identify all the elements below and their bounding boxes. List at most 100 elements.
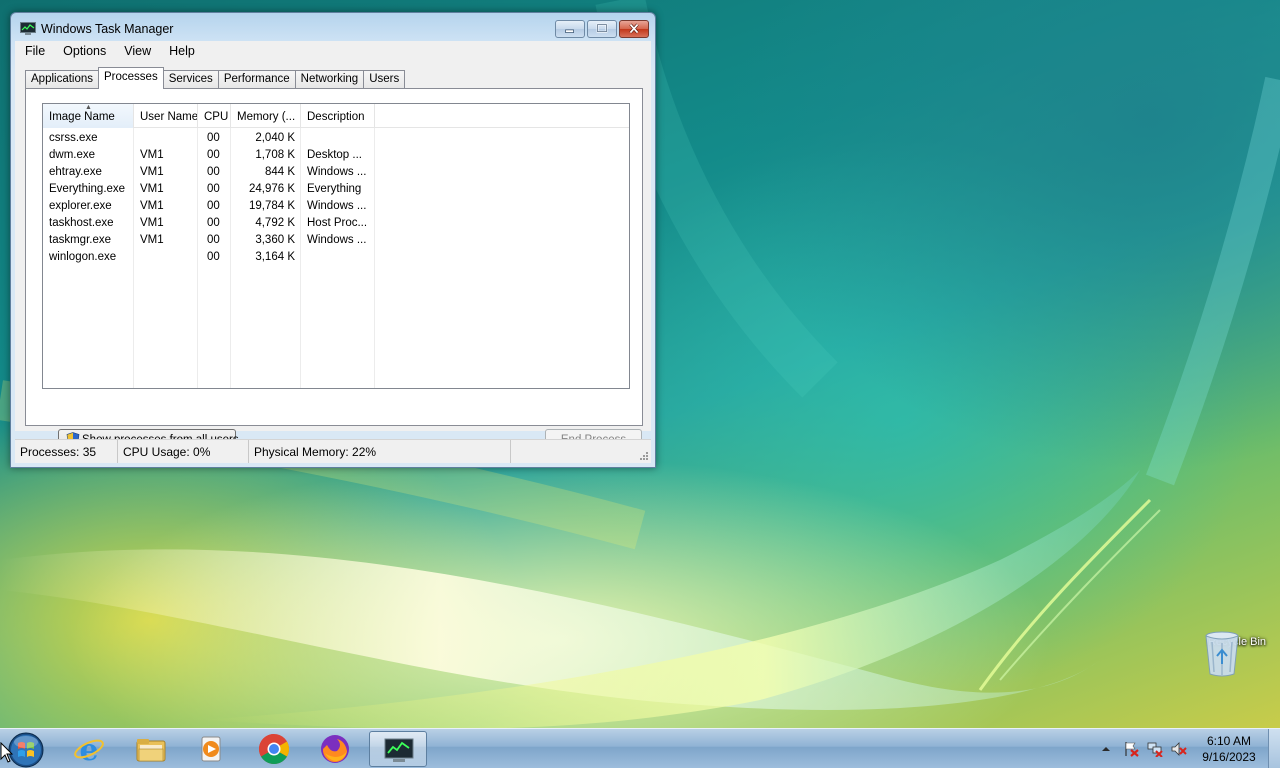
cell-description: Windows ... (307, 234, 367, 246)
cell-description (301, 130, 375, 147)
table-row[interactable]: taskmgr.exe VM1 00 3,360 K Windows ... (43, 232, 629, 249)
column-image-name[interactable]: ▲ Image Name (43, 104, 134, 128)
cell-user-name: VM1 (140, 234, 164, 246)
cell-image-name: ehtray.exe (49, 166, 102, 178)
column-description[interactable]: Description (301, 104, 375, 128)
task-manager-icon (20, 22, 36, 35)
menu-file[interactable]: File (15, 44, 53, 58)
menu-view[interactable]: View (114, 44, 159, 58)
taskbar-file-explorer[interactable] (122, 731, 180, 767)
firefox-icon (321, 735, 349, 763)
cell-cpu: 00 (207, 183, 220, 195)
maximize-icon (596, 23, 608, 33)
internet-explorer-icon: e (74, 733, 104, 765)
tab-strip: Applications Processes Services Performa… (25, 67, 406, 89)
cell-image-name: explorer.exe (49, 200, 112, 212)
close-icon (629, 23, 639, 34)
tab-services[interactable]: Services (162, 70, 219, 89)
menu-options[interactable]: Options (53, 44, 114, 58)
cell-description: Host Proc... (307, 217, 368, 229)
cell-cpu: 00 (207, 251, 220, 263)
process-rows: csrss.exe 00 2,040 K dwm.exe VM1 00 1,708 K Des… (43, 130, 629, 266)
network-icon[interactable] (1147, 741, 1163, 757)
cell-memory: 844 K (264, 166, 295, 178)
title-bar[interactable]: Windows Task Manager (11, 13, 655, 43)
table-row[interactable]: csrss.exe 00 2,040 K (43, 130, 629, 147)
clock-date: 9/16/2023 (1202, 750, 1256, 764)
taskbar-media-player[interactable] (183, 731, 241, 767)
tab-users[interactable]: Users (363, 70, 406, 89)
tab-processes[interactable]: Processes (98, 67, 164, 89)
cell-image-name: Everything.exe (49, 183, 126, 195)
menu-bar: File Options View Help (15, 41, 651, 61)
cell-description: Windows ... (307, 200, 367, 212)
cell-image-name: taskmgr.exe (49, 234, 111, 246)
minimize-button[interactable] (555, 20, 585, 38)
minimize-icon (565, 29, 574, 33)
close-button[interactable] (619, 20, 649, 38)
column-cpu-label: CPU (204, 111, 229, 123)
svg-text:e: e (79, 733, 98, 765)
sort-ascending-icon: ▲ (85, 104, 92, 111)
taskbar-internet-explorer[interactable]: e (60, 731, 118, 767)
cell-user-name: VM1 (140, 217, 164, 229)
table-row[interactable]: ehtray.exe VM1 00 844 K Windows ... (43, 164, 629, 181)
column-description-label: Description (307, 111, 365, 123)
status-cpu-usage: CPU Usage: 0% (118, 440, 249, 463)
cell-description: Windows ... (307, 166, 367, 178)
taskbar-chrome[interactable] (245, 731, 303, 767)
clock[interactable]: 6:10 AM 9/16/2023 (1194, 733, 1264, 765)
mouse-cursor-icon (0, 742, 14, 763)
cell-memory: 3,164 K (255, 251, 295, 263)
show-hidden-icons-icon[interactable] (1100, 743, 1112, 755)
tab-applications[interactable]: Applications (25, 70, 100, 89)
resize-grip-icon[interactable] (639, 451, 649, 461)
window-title: Windows Task Manager (41, 22, 174, 36)
cell-user-name (134, 130, 198, 147)
volume-muted-icon[interactable] (1171, 741, 1187, 757)
table-row[interactable]: winlogon.exe 00 3,164 K (43, 249, 629, 266)
cell-cpu: 00 (207, 166, 220, 178)
table-row[interactable]: dwm.exe VM1 00 1,708 K Desktop ... (43, 147, 629, 164)
table-row[interactable]: Everything.exe VM1 00 24,976 K Everything (43, 181, 629, 198)
task-manager-icon (384, 738, 414, 762)
task-manager-window: Windows Task Manager File Options View H… (10, 12, 656, 468)
processes-panel: ▲ Image Name User Name CPU Memory (... D… (25, 88, 643, 451)
cell-cpu: 00 (207, 217, 220, 229)
column-user-name-label: User Name (140, 111, 198, 123)
chrome-icon (258, 734, 290, 765)
column-memory-label: Memory (... (237, 111, 296, 123)
taskbar-firefox[interactable] (306, 731, 364, 767)
table-row[interactable]: taskhost.exe VM1 00 4,792 K Host Proc... (43, 215, 629, 232)
client-area: Applications Processes Services Performa… (15, 61, 651, 451)
table-row[interactable]: explorer.exe VM1 00 19,784 K Windows ... (43, 198, 629, 215)
cell-image-name: winlogon.exe (49, 251, 117, 263)
tab-networking[interactable]: Networking (294, 70, 365, 89)
cell-memory: 3,360 K (255, 234, 295, 246)
list-header: ▲ Image Name User Name CPU Memory (... D… (43, 104, 629, 128)
tab-performance[interactable]: Performance (217, 70, 296, 89)
cell-cpu: 00 (207, 149, 220, 161)
maximize-button[interactable] (587, 20, 617, 38)
cell-memory: 2,040 K (255, 132, 295, 144)
file-explorer-icon (136, 739, 166, 762)
cell-memory: 4,792 K (255, 217, 295, 229)
taskbar: e 6:10 AM 9/16/2023 (0, 728, 1280, 768)
action-center-flag-icon[interactable] (1123, 741, 1139, 757)
column-image-name-label: Image Name (49, 111, 115, 123)
cell-description: Desktop ... (307, 149, 362, 161)
column-user-name[interactable]: User Name (134, 104, 198, 128)
clock-time: 6:10 AM (1206, 734, 1252, 748)
cell-cpu: 00 (207, 234, 220, 246)
taskbar-task-manager[interactable] (369, 731, 427, 767)
show-desktop-button[interactable] (1268, 729, 1280, 768)
recycle-bin[interactable]: Recycle Bin (1202, 630, 1272, 700)
cell-description (301, 249, 375, 266)
status-processes: Processes: 35 (15, 440, 118, 463)
column-memory[interactable]: Memory (... (231, 104, 301, 128)
column-cpu[interactable]: CPU (198, 104, 231, 128)
cell-user-name: VM1 (140, 183, 164, 195)
menu-help[interactable]: Help (159, 44, 203, 58)
status-bar: Processes: 35 CPU Usage: 0% Physical Mem… (15, 439, 651, 463)
process-list[interactable]: ▲ Image Name User Name CPU Memory (... D… (42, 103, 630, 389)
